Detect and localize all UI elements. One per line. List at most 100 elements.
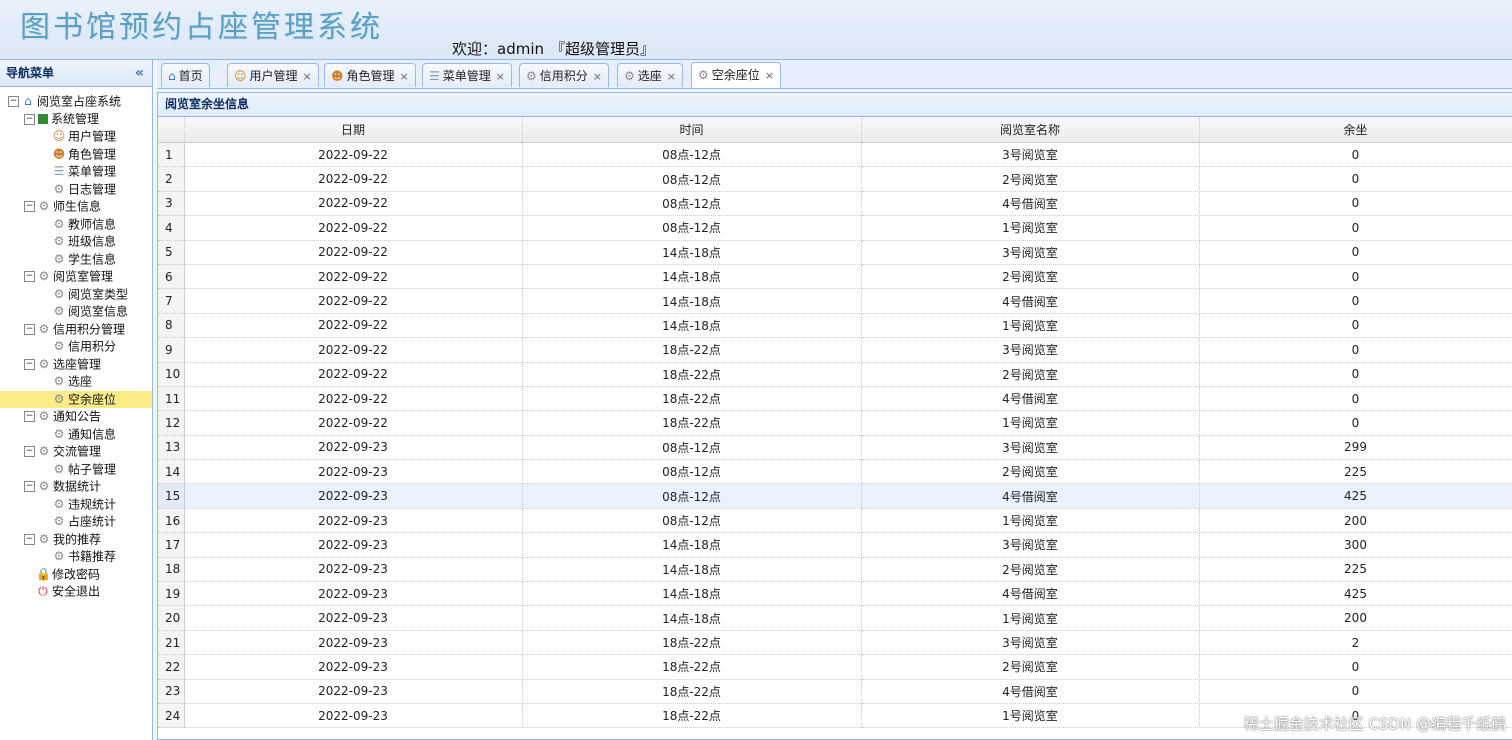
collapse-toggle-icon[interactable]: − [24,271,35,283]
sidebar-item[interactable]: ⚙ 班级信息 [0,233,152,251]
collapse-sidebar-icon[interactable]: « [135,60,144,86]
tab[interactable]: ⚙ 选座 × [617,63,683,87]
sidebar-item[interactable]: ⚙ 帖子管理 [0,461,152,479]
sidebar-item[interactable]: − 系统管理 [0,111,152,129]
room-cell: 3号阅览室 [861,240,1200,265]
sidebar-item[interactable]: − ⚙ 交流管理 [0,443,152,461]
date-cell: 2022-09-23 [184,630,523,656]
table-row[interactable]: 4 2022-09-22 08点-12点 1号阅览室 0 [158,215,1512,241]
tab[interactable]: ☻ 角色管理 × [324,63,416,87]
sidebar-item[interactable]: ⚙ 空余座位 [0,390,152,408]
column-header-time[interactable]: 时间 [522,117,862,143]
table-row[interactable]: 17 2022-09-23 14点-18点 3号阅览室 300 [158,532,1512,558]
table-row[interactable]: 22 2022-09-23 18点-22点 2号阅览室 0 [158,654,1512,680]
table-row[interactable]: 6 2022-09-22 14点-18点 2号阅览室 0 [158,264,1512,290]
sidebar-item[interactable]: ⚙ 阅览室类型 [0,286,152,304]
table-row[interactable]: 13 2022-09-23 08点-12点 3号阅览室 299 [158,435,1512,461]
sidebar-item[interactable]: 🔒修改密码 [0,566,152,584]
collapse-toggle-icon[interactable]: − [24,481,35,493]
close-icon[interactable]: × [400,70,409,83]
sidebar-item[interactable]: ⚙ 通知信息 [0,426,152,444]
sidebar-item[interactable]: ⏻ 安全退出 [0,583,152,601]
sidebar-item[interactable]: − ⚙ 阅览室管理 [0,268,152,286]
collapse-toggle-icon[interactable]: − [24,446,35,458]
sidebar-item-label: 学生信息 [68,251,117,266]
sidebar-item[interactable]: ⚙ 书籍推荐 [0,548,152,566]
table-row[interactable]: 7 2022-09-22 14点-18点 4号借阅室 0 [158,288,1512,314]
collapse-toggle-icon[interactable]: − [24,411,35,423]
sidebar-item[interactable]: ⚙ 占座统计 [0,513,152,531]
table-row[interactable]: 2 2022-09-22 08点-12点 2号阅览室 0 [158,166,1512,192]
collapse-toggle-icon[interactable]: − [24,201,35,213]
time-cell: 18点-22点 [522,679,862,704]
table-row[interactable]: 20 2022-09-23 14点-18点 1号阅览室 200 [158,605,1512,631]
close-icon[interactable]: × [667,70,676,83]
home-icon: ⌂ [168,69,176,83]
remaining-cell: 0 [1199,362,1512,387]
sidebar-item[interactable]: ⚙ 违规统计 [0,496,152,514]
sidebar-item-label: 阅览室信息 [68,304,129,319]
sidebar-item[interactable]: ⚙ 选座 [0,373,152,391]
collapse-toggle-icon[interactable]: − [24,323,35,335]
table-row[interactable]: 1 2022-09-22 08点-12点 3号阅览室 0 [158,142,1512,168]
sidebar-item[interactable]: ⚙ 学生信息 [0,251,152,269]
table-row[interactable]: 10 2022-09-22 18点-22点 2号阅览室 0 [158,362,1512,387]
sidebar-item-label: 通知信息 [68,426,117,441]
sidebar-item[interactable]: − ⌂ 阅览室占座系统 [0,93,152,111]
tab[interactable]: ☺ 用户管理 × [227,63,319,87]
table-row[interactable]: 15 2022-09-23 08点-12点 4号借阅室 425 [158,483,1512,509]
table-row[interactable]: 23 2022-09-23 18点-22点 4号借阅室 0 [158,679,1512,704]
sidebar-item-label: 师生信息 [53,199,102,214]
time-cell: 08点-12点 [522,483,862,509]
table-row[interactable]: 21 2022-09-23 18点-22点 3号阅览室 2 [158,630,1512,656]
close-icon[interactable]: × [496,70,505,83]
date-cell: 2022-09-22 [184,264,523,290]
sidebar-item-label: 帖子管理 [68,461,117,476]
remaining-cell: 0 [1199,215,1512,241]
room-cell: 1号阅览室 [861,508,1200,534]
collapse-toggle-icon[interactable]: − [24,113,35,125]
tab[interactable]: ☰ 菜单管理 × [422,63,512,87]
table-row[interactable]: 14 2022-09-23 08点-12点 2号阅览室 225 [158,459,1512,485]
table-row[interactable]: 19 2022-09-23 14点-18点 4号借阅室 425 [158,581,1512,607]
sidebar-item[interactable]: − ⚙ 我的推荐 [0,531,152,549]
sidebar-item[interactable]: ☺ 用户管理 [0,128,152,146]
sidebar-item[interactable]: ☰ 菜单管理 [0,163,152,181]
sidebar-item[interactable]: ⚙ 信用积分 [0,338,152,356]
seat-table: 日期 时间 阅览室名称 余坐 1 2022-09-22 08点-12点 3号阅览室 0 2… [158,117,1512,729]
table-row[interactable]: 9 2022-09-22 18点-22点 3号阅览室 0 [158,337,1512,363]
tab[interactable]: ⚙ 信用积分 × [519,63,609,87]
table-row[interactable]: 5 2022-09-22 14点-18点 3号阅览室 0 [158,240,1512,265]
sidebar-item[interactable]: − ⚙ 信用积分管理 [0,321,152,339]
row-number: 12 [158,410,185,436]
gear-icon: ⚙ [698,68,709,82]
close-icon[interactable]: × [765,69,774,82]
table-row[interactable]: 11 2022-09-22 18点-22点 4号借阅室 0 [158,386,1512,412]
tab[interactable]: ⌂ 首页 [161,63,210,87]
tab[interactable]: ⚙ 空余座位 × [691,62,781,88]
row-number: 14 [158,459,185,485]
table-row[interactable]: 8 2022-09-22 14点-18点 1号阅览室 0 [158,313,1512,339]
sidebar-item[interactable]: − ⚙ 数据统计 [0,478,152,496]
close-icon[interactable]: × [303,70,312,83]
sidebar-item[interactable]: − ⚙ 选座管理 [0,356,152,374]
sidebar-item[interactable]: ☻ 角色管理 [0,146,152,164]
collapse-toggle-icon[interactable]: − [24,533,35,545]
sidebar-item[interactable]: ⚙ 日志管理 [0,181,152,199]
sidebar-item[interactable]: − ⚙ 通知公告 [0,408,152,426]
sidebar-item[interactable]: ⚙ 阅览室信息 [0,303,152,321]
room-cell: 4号借阅室 [861,288,1200,314]
table-header-row: 日期 时间 阅览室名称 余坐 [158,117,1512,143]
column-header-date[interactable]: 日期 [184,117,523,143]
table-row[interactable]: 12 2022-09-22 18点-22点 1号阅览室 0 [158,410,1512,436]
collapse-toggle-icon[interactable]: − [8,96,19,108]
column-header-remaining[interactable]: 余坐 [1199,117,1512,143]
table-row[interactable]: 18 2022-09-23 14点-18点 2号阅览室 225 [158,557,1512,583]
sidebar-item[interactable]: − ⚙ 师生信息 [0,198,152,216]
close-icon[interactable]: × [593,70,602,83]
collapse-toggle-icon[interactable]: − [24,358,35,370]
table-row[interactable]: 16 2022-09-23 08点-12点 1号阅览室 200 [158,508,1512,534]
sidebar-item[interactable]: ⚙ 教师信息 [0,216,152,234]
column-header-room[interactable]: 阅览室名称 [861,117,1200,143]
table-row[interactable]: 3 2022-09-22 08点-12点 4号借阅室 0 [158,191,1512,217]
